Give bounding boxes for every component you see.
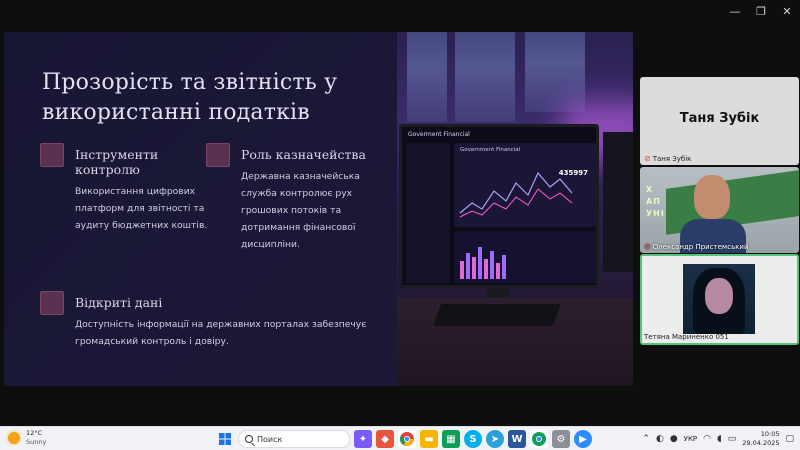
dashboard-line-chart (459, 171, 573, 218)
card-text-tools: Використання цифрових платформ для звітн… (75, 186, 208, 231)
card-text-open-data: Доступність інформації на державних порт… (75, 319, 367, 347)
dashboard-main-chart: Government Financial 435997 (454, 143, 596, 227)
time-text: 10:05 (760, 430, 780, 438)
shared-slide: Прозорість та звітність у використанні п… (4, 32, 633, 386)
slide-text-area: Прозорість та звітність у використанні п… (4, 32, 397, 386)
telegram-icon[interactable]: ➤ (486, 430, 504, 448)
participant-label: Тетяна Мариненко 051 (644, 333, 729, 341)
second-monitor (603, 132, 633, 272)
participant-label-text: Тетяна Мариненко 051 (644, 333, 729, 341)
start-icon[interactable] (216, 430, 234, 448)
mic-off-icon: ⊘ (644, 242, 651, 251)
dashboard-bars (460, 247, 506, 279)
banner-text: АП (646, 197, 661, 206)
participant-label: ⊘ Таня Зубік (644, 154, 691, 163)
language-indicator[interactable]: УКР (684, 435, 697, 443)
close-button[interactable]: ✕ (774, 0, 800, 22)
weather-text: 12°C Sunny (26, 429, 46, 447)
participant-label: ⊘ Олександр Пристемський (644, 242, 749, 251)
person-face (705, 278, 733, 314)
file-explorer-icon[interactable]: ▬ (420, 430, 438, 448)
card-title-open-data: Відкриті дані (75, 295, 163, 310)
restore-button[interactable]: ❐ (748, 0, 774, 22)
record-icon[interactable]: ● (670, 434, 678, 444)
chevron-up-icon[interactable]: ⌃ (642, 434, 650, 444)
card-marker-icon (206, 143, 230, 167)
system-tray: ⌃ ◐ ● УКР ◠ ◖ ▭ 10:05 29.04.2025 ▢ (642, 429, 794, 449)
participant-label-text: Олександр Пристемський (652, 242, 749, 251)
card-title-treasury: Роль казначейства (241, 147, 366, 162)
keyboard (432, 304, 562, 326)
card-marker-icon (40, 143, 64, 167)
participant-name-large: Таня Зубік (679, 111, 760, 126)
store-icon[interactable]: ▦ (442, 430, 460, 448)
chrome-icon[interactable] (398, 430, 416, 448)
dashboard-figure: 435997 (558, 169, 588, 177)
minimize-button[interactable]: — (722, 0, 748, 22)
card-title-tools: Інструменти контролю (75, 147, 159, 177)
window-pane (525, 32, 585, 112)
clock[interactable]: 10:05 29.04.2025 (742, 430, 779, 448)
participant-video (683, 264, 755, 334)
weather-desc: Sunny (26, 438, 47, 446)
card-text-treasury: Державна казначейська служба контролює р… (241, 171, 360, 250)
banner-text: Х (646, 185, 654, 194)
mic-off-icon: ⊘ (644, 154, 651, 163)
notification-icon[interactable]: ▢ (785, 434, 794, 444)
skype-icon[interactable]: S (464, 430, 482, 448)
card-marker-icon (40, 291, 64, 315)
office-photo: Goverment Financial Government Financial… (397, 32, 633, 386)
settings-icon[interactable]: ⚙ (552, 430, 570, 448)
banner-text: УНІ (646, 209, 665, 218)
dashboard-header: Goverment Financial (408, 131, 470, 138)
taskbar-search[interactable]: Поиск (238, 430, 350, 448)
dashboard-bar-chart (454, 231, 596, 283)
weather-widget[interactable]: 12°C Sunny (8, 429, 46, 447)
participant-tile[interactable]: Х АП УНІ ⊘ Олександр Пристемський (640, 167, 799, 253)
chrome-logo-icon (400, 432, 414, 446)
taskbar-apps: Поиск ✦ ◆ ▬ ▦ S ➤ W ⚙ ▶ (216, 429, 592, 449)
participant-label-text: Таня Зубік (652, 154, 692, 163)
battery-icon[interactable]: ▭ (728, 434, 737, 444)
window-pane (455, 32, 515, 122)
zoom-icon[interactable]: ▶ (574, 430, 592, 448)
date-text: 29.04.2025 (742, 439, 780, 447)
wifi-icon[interactable]: ◠ (703, 434, 711, 444)
app-window: — ❐ ✕ Прозорість та звітність у використ… (0, 0, 800, 450)
dashboard-sidebar (406, 143, 450, 283)
microphone-icon[interactable]: ◐ (656, 434, 664, 444)
word-icon[interactable]: W (508, 430, 526, 448)
window-pane (407, 32, 447, 122)
participant-tile-active-speaker[interactable]: Тетяна Мариненко 051 (640, 254, 799, 345)
monitor: Goverment Financial Government Financial… (399, 124, 599, 288)
sun-icon (8, 432, 20, 444)
participant-tile[interactable]: Таня Зубік ⊘ Таня Зубік (640, 77, 799, 165)
search-placeholder: Поиск (257, 434, 283, 444)
windows-logo-icon (219, 433, 231, 445)
chrome-icon[interactable] (530, 430, 548, 448)
weather-temp: 12°C (26, 429, 43, 437)
window-controls: — ❐ ✕ (722, 0, 800, 22)
search-icon (245, 435, 253, 443)
volume-icon[interactable]: ◖ (717, 434, 722, 444)
app-icon[interactable]: ◆ (376, 430, 394, 448)
person-face (694, 175, 730, 219)
copilot-icon[interactable]: ✦ (354, 430, 372, 448)
taskbar: 12°C Sunny Поиск ✦ ◆ ▬ ▦ S ➤ W ⚙ ▶ ⌃ ◐ ●… (0, 426, 800, 450)
slide-title: Прозорість та звітність у використанні п… (42, 70, 338, 125)
chrome-logo-icon (532, 432, 546, 446)
